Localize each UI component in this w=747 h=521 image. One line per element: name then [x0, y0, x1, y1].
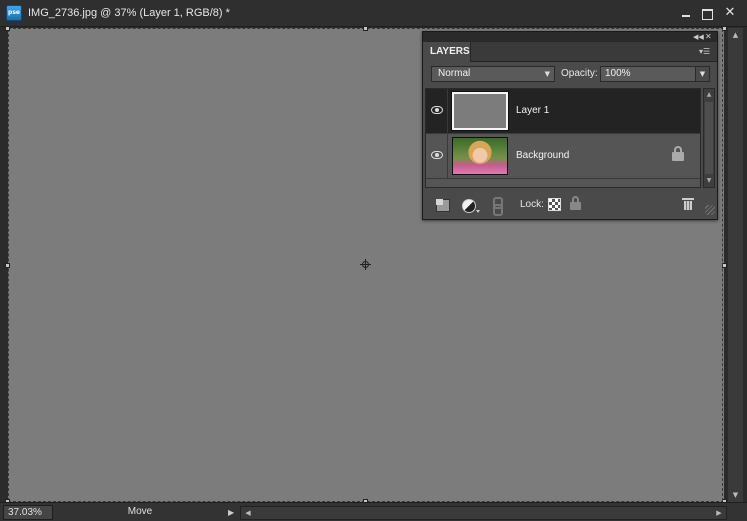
trash-icon[interactable]	[682, 197, 694, 211]
minimize-button[interactable]	[678, 5, 694, 21]
lock-transparent-icon[interactable]	[548, 198, 561, 211]
lock-icon	[672, 146, 684, 161]
scroll-down-icon[interactable]: ▼	[728, 488, 743, 502]
transform-handle-top-right[interactable]	[722, 26, 727, 31]
link-icon[interactable]	[489, 197, 505, 216]
layer-thumbnail-photo	[452, 137, 508, 175]
close-button[interactable]: ✕	[722, 5, 738, 21]
opacity-label: Opacity:	[561, 68, 598, 79]
collapse-panel-icon[interactable]: ◀◀	[693, 32, 704, 42]
new-layer-icon[interactable]	[435, 197, 451, 213]
panel-tab-bar: LAYERS ▾☰	[423, 42, 717, 62]
document-title-bar: pse IMG_2736.jpg @ 37% (Layer 1, RGB/8) …	[0, 0, 747, 27]
layer-thumbnail	[451, 91, 509, 131]
adjustment-layer-icon[interactable]	[461, 197, 480, 213]
scroll-right-icon[interactable]: ▶	[712, 507, 726, 519]
app-icon: pse	[6, 5, 22, 21]
horizontal-scrollbar[interactable]: ◀ ▶	[240, 506, 727, 520]
layer-row-layer-1[interactable]: Layer 1	[426, 89, 700, 134]
layers-panel-footer: Lock:	[423, 192, 717, 219]
zoom-field[interactable]: 37.03%	[3, 505, 53, 520]
scroll-up-icon[interactable]: ▲	[728, 28, 743, 42]
lock-all-icon[interactable]	[570, 196, 581, 210]
status-bar: 37.03% Move ▶ ◀ ▶	[0, 502, 747, 521]
transform-handle-left[interactable]	[5, 263, 10, 268]
eye-icon	[431, 151, 443, 159]
transform-handle-right[interactable]	[722, 263, 727, 268]
blend-mode-select[interactable]: Normal ▼	[431, 66, 555, 82]
transform-handle-top[interactable]	[363, 26, 368, 31]
reference-point-icon[interactable]	[360, 259, 371, 270]
document-title: IMG_2736.jpg @ 37% (Layer 1, RGB/8) *	[28, 7, 230, 19]
close-panel-icon[interactable]: ✕	[705, 32, 712, 42]
tab-layers[interactable]: LAYERS	[423, 42, 471, 62]
chevron-down-icon: ▼	[544, 70, 550, 78]
chevron-down-icon[interactable]: ▼	[695, 67, 709, 81]
visibility-toggle[interactable]	[426, 134, 448, 178]
scroll-down-icon[interactable]: ▼	[704, 175, 714, 187]
panel-header-strip: ◀◀ ✕	[423, 32, 717, 42]
layers-panel: ◀◀ ✕ LAYERS ▾☰ Normal ▼ Opacity: 100% ▼ …	[422, 31, 718, 220]
opacity-value: 100%	[605, 68, 631, 79]
vertical-scrollbar[interactable]: ▲ ▼	[728, 28, 743, 502]
layer-row-background[interactable]: Background	[426, 134, 700, 179]
layers-list: Layer 1 Background	[425, 88, 701, 188]
scroll-track[interactable]	[705, 102, 713, 174]
maximize-button[interactable]	[699, 5, 715, 21]
panel-menu-icon[interactable]: ▾☰	[699, 46, 713, 58]
transform-handle-top-left[interactable]	[5, 26, 10, 31]
layer-name: Layer 1	[516, 105, 550, 116]
eye-icon	[431, 106, 443, 114]
current-tool-status: Move	[127, 506, 153, 517]
layers-scrollbar[interactable]: ▲ ▼	[703, 88, 715, 188]
opacity-field[interactable]: 100% ▼	[600, 66, 710, 82]
layer-name: Background	[516, 150, 570, 161]
scroll-left-icon[interactable]: ◀	[241, 507, 255, 519]
resize-grip-icon[interactable]	[705, 205, 715, 215]
lock-label: Lock:	[520, 199, 544, 210]
visibility-toggle[interactable]	[426, 89, 448, 133]
status-menu-arrow-icon[interactable]: ▶	[228, 506, 238, 519]
scroll-up-icon[interactable]: ▲	[704, 89, 714, 101]
blend-mode-value: Normal	[438, 68, 471, 79]
